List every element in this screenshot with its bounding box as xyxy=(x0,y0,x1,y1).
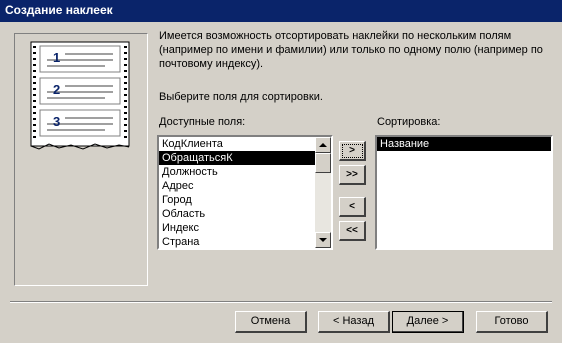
scroll-thumb[interactable] xyxy=(315,153,331,173)
list-item[interactable]: Индекс xyxy=(159,221,331,235)
vertical-scrollbar[interactable] xyxy=(315,137,331,248)
scroll-up-button[interactable] xyxy=(315,137,331,153)
add-field-button[interactable]: > xyxy=(339,141,366,161)
triangle-up-icon xyxy=(319,143,327,147)
list-item[interactable]: КодКлиента xyxy=(159,137,331,151)
label-wizard-dialog: 1 2 3 Имеется возможность отсортировать … xyxy=(0,22,562,343)
add-all-fields-button[interactable]: >> xyxy=(339,165,366,185)
remove-all-fields-button[interactable]: << xyxy=(339,221,366,241)
separator xyxy=(10,301,552,303)
sort-prompt: Выберите поля для сортировки. xyxy=(159,91,323,103)
cancel-button[interactable]: Отмена xyxy=(235,311,307,333)
available-fields-list[interactable]: КодКлиента ОбращатьсяК Должность Адрес Г… xyxy=(157,135,333,250)
triangle-down-icon xyxy=(319,238,327,242)
finish-button[interactable]: Готово xyxy=(476,311,548,333)
list-item-selected[interactable]: Название xyxy=(377,137,551,151)
description-line-2: (например по имени и фамилии) или только… xyxy=(159,44,543,56)
window-title: Создание наклеек xyxy=(5,3,113,17)
title-bar[interactable]: Создание наклеек xyxy=(0,0,562,22)
description-line-3: почтовому индексу). xyxy=(159,58,264,70)
list-item[interactable]: Должность xyxy=(159,165,331,179)
back-button[interactable]: < Назад xyxy=(318,311,390,333)
sort-order-label: Сортировка: xyxy=(377,116,441,128)
sort-order-list[interactable]: Название xyxy=(375,135,553,250)
label-number-3: 3 xyxy=(53,114,60,129)
list-item-selected[interactable]: ОбращатьсяК xyxy=(159,151,331,165)
list-item[interactable]: Адрес xyxy=(159,179,331,193)
list-item[interactable]: Город xyxy=(159,193,331,207)
available-fields-label: Доступные поля: xyxy=(159,116,246,128)
scroll-down-button[interactable] xyxy=(315,232,331,248)
available-fields-items: КодКлиента ОбращатьсяК Должность Адрес Г… xyxy=(159,137,331,248)
label-number-2: 2 xyxy=(53,82,60,97)
list-item[interactable]: Область xyxy=(159,207,331,221)
remove-field-button[interactable]: < xyxy=(339,197,366,217)
label-sheet-illustration: 1 2 3 xyxy=(15,34,147,285)
next-button[interactable]: Далее > xyxy=(392,311,464,333)
label-preview-panel: 1 2 3 xyxy=(14,33,148,286)
list-item[interactable]: Страна xyxy=(159,235,331,248)
label-number-1: 1 xyxy=(53,50,60,65)
description-line-1: Имеется возможность отсортировать наклей… xyxy=(159,30,512,42)
